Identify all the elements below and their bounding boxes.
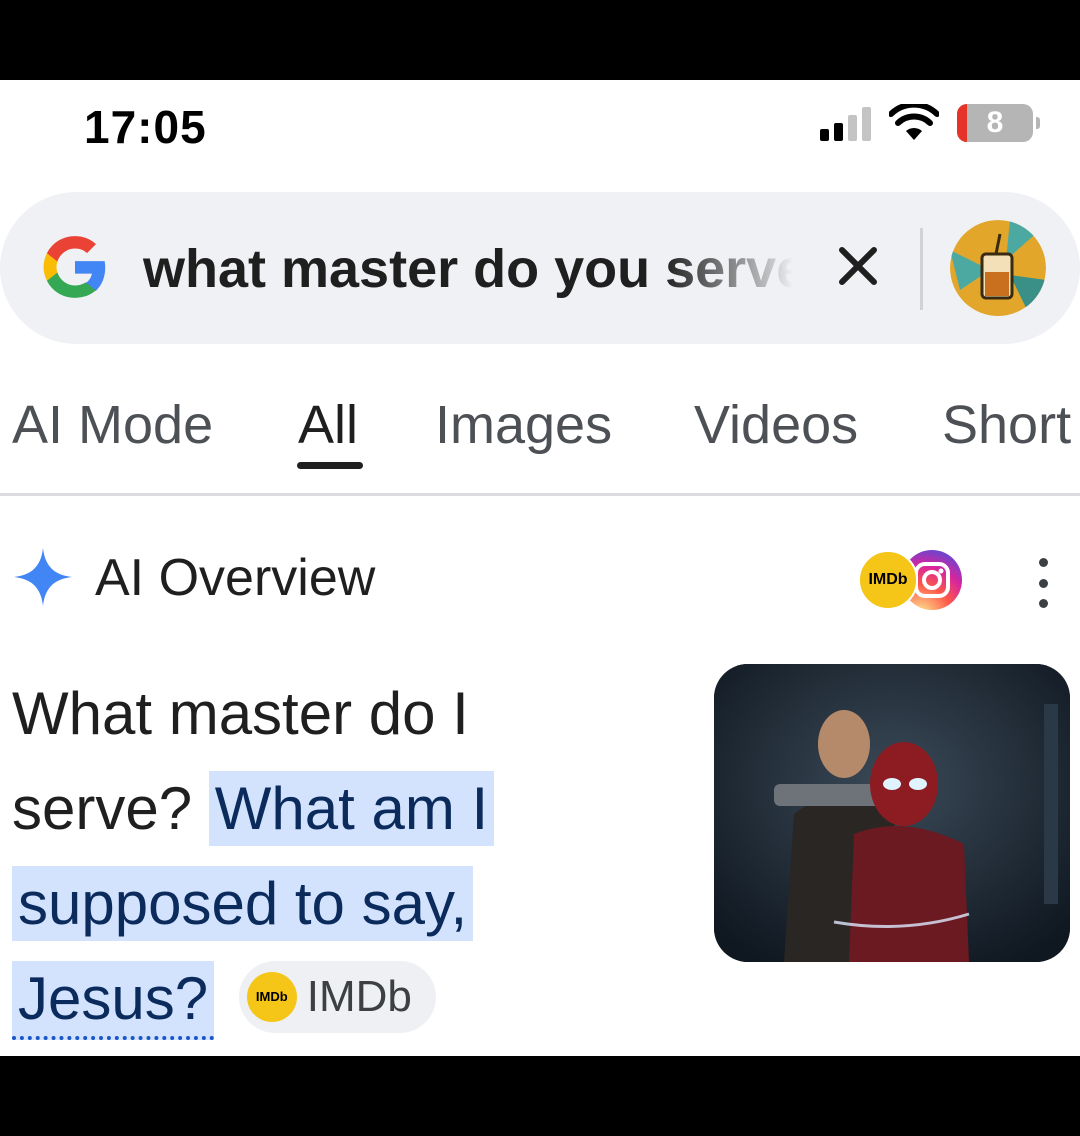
- imdb-logo-icon: IMDb: [246, 972, 297, 1023]
- search-tabs: AI Mode All Images Videos Short: [0, 384, 1080, 494]
- tab-videos[interactable]: Videos: [694, 394, 858, 456]
- answer-highlight[interactable]: What am I: [208, 771, 495, 846]
- ai-overview-title: AI Overview: [95, 549, 376, 607]
- imdb-badge: IMDb: [858, 550, 918, 610]
- tabs-divider: [0, 493, 1080, 496]
- ai-answer-text: What master do I serve? What am I suppos…: [12, 666, 632, 1046]
- source-chip[interactable]: IMDb IMDb: [238, 961, 436, 1034]
- search-bar[interactable]: what master do you serve: [0, 192, 1080, 344]
- more-options-icon[interactable]: [1030, 558, 1056, 608]
- wifi-icon: [889, 104, 939, 140]
- google-g-icon: [43, 236, 106, 298]
- tab-images[interactable]: Images: [435, 394, 612, 456]
- status-icons: 8: [820, 104, 1040, 142]
- user-avatar[interactable]: [950, 220, 1046, 316]
- tab-ai-mode[interactable]: AI Mode: [12, 394, 213, 456]
- tab-short[interactable]: Short: [942, 394, 1071, 456]
- source-chip-label: IMDb: [306, 972, 412, 1022]
- screen: 17:05 8 what master do you serve AI Mode…: [0, 80, 1080, 1056]
- overview-thumbnail-image[interactable]: [714, 664, 1070, 962]
- tab-all[interactable]: All: [298, 394, 358, 456]
- status-time: 17:05: [84, 101, 207, 153]
- active-tab-indicator: [297, 462, 363, 469]
- answer-highlight[interactable]: Jesus?: [12, 961, 215, 1040]
- battery-level: 8: [986, 106, 1004, 139]
- search-input[interactable]: what master do you serve: [143, 238, 793, 300]
- source-badges[interactable]: IMDb: [858, 550, 968, 612]
- cellular-signal-icon: [820, 105, 871, 141]
- battery-icon: 8: [957, 104, 1040, 142]
- search-divider: [920, 228, 923, 310]
- ai-spark-icon: [14, 548, 72, 606]
- answer-highlight[interactable]: supposed to say,: [12, 866, 474, 941]
- close-icon[interactable]: [836, 244, 880, 288]
